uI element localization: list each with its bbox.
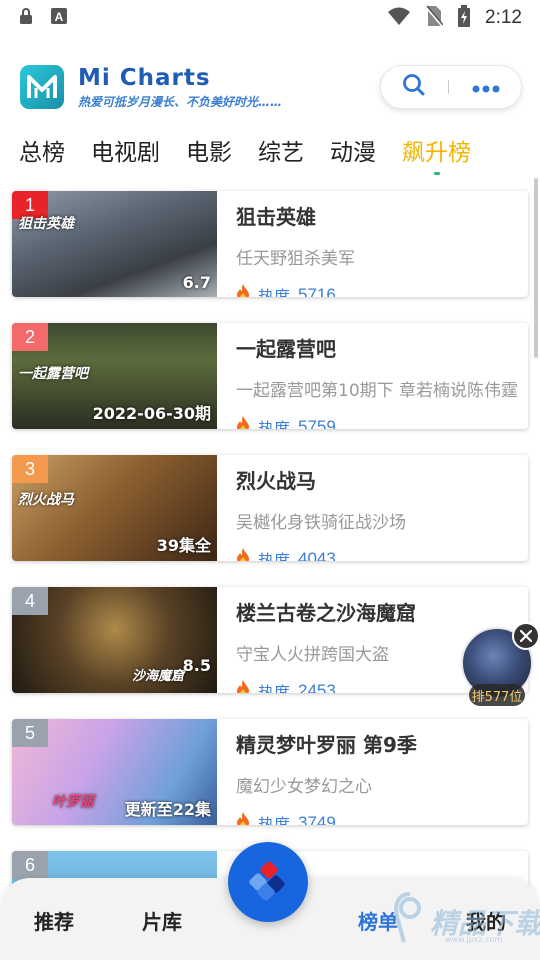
tab-movie[interactable]: 电影 [186, 133, 232, 167]
poster-image: 2 一起露营吧 2022-06-30期 [12, 323, 217, 429]
poster-title: 沙海魔窟 [132, 669, 185, 684]
flame-icon [236, 680, 250, 693]
nav-recommend[interactable]: 推荐 [34, 906, 74, 935]
list-item[interactable]: 1 狙击英雄 6.7 狙击英雄 任天野狙杀美军 热度 5716 [12, 191, 528, 297]
poster-title: 狙击英雄 [18, 216, 74, 232]
list-item[interactable]: 2 一起露营吧 2022-06-30期 一起露营吧 一起露营吧第10期下 章若楠… [12, 323, 528, 429]
heat-label: 热度 [258, 815, 291, 825]
tab-indicator [433, 172, 440, 175]
nav-charts[interactable]: 榜单 [358, 906, 398, 935]
poster-image: 1 狙击英雄 6.7 [12, 191, 217, 297]
poster-tag: 2022-06-30期 [92, 404, 211, 423]
tab-variety[interactable]: 综艺 [258, 133, 304, 167]
item-subtitle: 魔幻少女梦幻之心 [236, 777, 372, 797]
close-icon[interactable] [512, 622, 540, 650]
rank-badge: 4 [12, 587, 48, 615]
item-title: 烈火战马 [236, 469, 316, 493]
svg-text:A: A [55, 10, 64, 24]
heat-value: 5716 [298, 285, 336, 297]
list-item[interactable]: 3 烈火战马 39集全 烈火战马 吴樾化身铁骑征战沙场 热度 4043 [12, 455, 528, 561]
category-tabs: 总榜 电视剧 电影 综艺 动漫 飙升榜 [0, 128, 540, 175]
item-subtitle: 一起露营吧第10期下 章若楠说陈伟霆 [236, 381, 519, 401]
poster-tag: 更新至22集 [124, 800, 211, 819]
status-bar: A 2:12 [0, 0, 540, 36]
app-slogan: 热爱可抵岁月漫长、不负美好时光…… [78, 94, 283, 109]
list-item[interactable]: 4 沙海魔窟 8.5 楼兰古卷之沙海魔窟 守宝人火拼跨国大盗 热度 2453 [12, 587, 528, 693]
tab-anime[interactable]: 动漫 [330, 133, 376, 167]
item-title: 狙击英雄 [236, 205, 316, 229]
item-title: 精灵梦叶罗丽 第9季 [236, 733, 417, 757]
more-icon[interactable] [472, 78, 500, 97]
poster-image: 4 沙海魔窟 8.5 [12, 587, 217, 693]
m-logo-icon [20, 65, 64, 109]
poster-image: 5 叶罗丽 更新至22集 [12, 719, 217, 825]
center-fab-button[interactable] [228, 842, 308, 922]
header-actions [380, 65, 522, 109]
heat-label: 热度 [258, 287, 291, 297]
app-name: Mi Charts [78, 64, 211, 91]
tab-total[interactable]: 总榜 [19, 133, 65, 167]
item-subtitle: 吴樾化身铁骑征战沙场 [236, 513, 406, 533]
search-icon[interactable] [402, 73, 426, 101]
rank-badge: 2 [12, 323, 48, 351]
app-header: Mi Charts 热爱可抵岁月漫长、不负美好时光…… [0, 54, 540, 120]
item-title: 楼兰古卷之沙海魔窟 [236, 601, 416, 625]
heat-value: 3749 [298, 813, 336, 825]
poster-title: 烈火战马 [18, 492, 74, 508]
poster-tag: 8.5 [182, 656, 211, 675]
a-icon: A [50, 7, 68, 29]
flame-icon [236, 548, 250, 561]
floating-rank-widget[interactable]: 排577位 [459, 622, 540, 707]
wifi-icon [387, 6, 411, 30]
poster-tag: 6.7 [182, 273, 211, 292]
heat-value: 2453 [298, 681, 336, 693]
heat-value: 5759 [298, 417, 336, 429]
status-time: 2:12 [485, 7, 522, 28]
heat-value: 4043 [298, 549, 336, 561]
battery-icon [457, 5, 471, 31]
nav-library[interactable]: 片库 [142, 906, 182, 935]
heat-label: 热度 [258, 419, 291, 429]
item-title: 一起露营吧 [236, 337, 336, 361]
rank-badge: 5 [12, 719, 48, 747]
rank-badge: 3 [12, 455, 48, 483]
heat-label: 热度 [258, 551, 291, 561]
tab-tv[interactable]: 电视剧 [91, 133, 160, 167]
nav-mine[interactable]: 我的 [466, 906, 506, 935]
flame-icon [236, 812, 250, 825]
item-subtitle: 任天野狙杀美军 [236, 249, 355, 269]
lock-icon [18, 7, 34, 29]
flame-icon [236, 284, 250, 297]
list-item[interactable]: 5 叶罗丽 更新至22集 精灵梦叶罗丽 第9季 魔幻少女梦幻之心 热度 3749 [12, 719, 528, 825]
rank-badge: 6 [12, 851, 48, 879]
flame-icon [236, 416, 250, 429]
tab-rising-label: 飙升榜 [402, 140, 471, 166]
tab-rising[interactable]: 飙升榜 [402, 133, 471, 175]
no-sim-icon [425, 5, 444, 31]
poster-title: 一起露营吧 [18, 366, 88, 382]
blocks-icon [249, 861, 285, 901]
scrollbar[interactable] [534, 178, 538, 358]
poster-tag: 39集全 [156, 536, 211, 555]
poster-image: 3 烈火战马 39集全 [12, 455, 217, 561]
poster-title: 叶罗丽 [52, 794, 94, 810]
widget-rank-label: 排577位 [469, 684, 525, 706]
action-divider [448, 80, 450, 94]
heat-label: 热度 [258, 683, 291, 693]
